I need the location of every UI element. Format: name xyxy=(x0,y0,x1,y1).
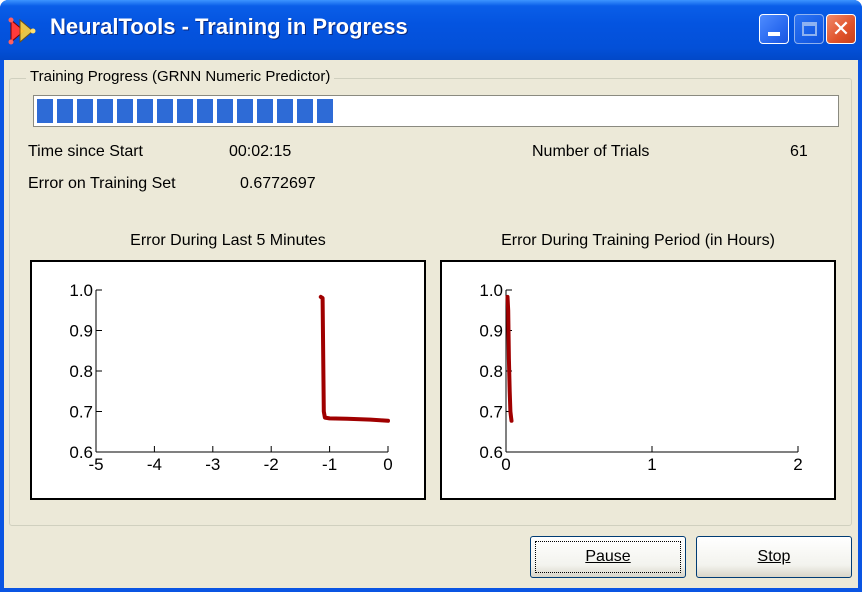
x-tick-label: -2 xyxy=(264,455,279,474)
close-icon: ✕ xyxy=(831,16,851,41)
maximize-icon xyxy=(802,22,817,36)
chart-last-5-minutes-svg: 0.60.70.80.91.0-5 -4 -3 -2 -1 0 xyxy=(69,281,392,474)
progress-segment xyxy=(37,99,53,123)
error-series-line xyxy=(505,294,514,423)
time-since-start-label: Time since Start xyxy=(28,143,143,160)
chart-training-period: 0.6 0.7 0.8 0.9 1.0 0 1 2 xyxy=(440,260,836,500)
x-tick-label: 0 xyxy=(501,455,510,474)
progress-segment xyxy=(97,99,113,123)
x-tick-label: -5 xyxy=(88,455,103,474)
maximize-button[interactable] xyxy=(794,14,824,44)
progress-segment xyxy=(57,99,73,123)
progress-segment xyxy=(117,99,133,123)
number-of-trials-label: Number of Trials xyxy=(532,143,650,160)
progress-segment xyxy=(317,99,333,123)
minimize-icon xyxy=(768,32,780,36)
x-tick-label: -3 xyxy=(205,455,220,474)
progress-segment xyxy=(177,99,193,123)
group-legend: Training Progress (GRNN Numeric Predicto… xyxy=(26,68,335,85)
minimize-button[interactable] xyxy=(759,14,789,44)
progress-segment xyxy=(137,99,153,123)
x-tick-label: 2 xyxy=(793,455,802,474)
neuraltools-app-icon xyxy=(8,17,36,45)
progress-bar xyxy=(33,95,839,127)
time-since-start-value: 00:02:15 xyxy=(229,143,292,160)
y-tick-label: 0.6 xyxy=(479,443,503,462)
progress-segment xyxy=(297,99,313,123)
progress-segment xyxy=(77,99,93,123)
chart-training-period-svg: 0.6 0.7 0.8 0.9 1.0 0 1 2 xyxy=(479,281,802,474)
chart-title-training-period: Error During Training Period (in Hours) xyxy=(501,232,775,249)
training-error-label: Error on Training Set xyxy=(28,175,176,192)
number-of-trials-value: 61 xyxy=(790,143,808,160)
y-tick-label: 1.0 xyxy=(69,281,93,300)
progress-segment xyxy=(157,99,173,123)
close-button[interactable]: ✕ xyxy=(826,14,856,44)
training-error-value: 0.6772697 xyxy=(240,175,316,192)
pause-button[interactable]: Pause xyxy=(530,536,686,578)
progress-segment xyxy=(277,99,293,123)
progress-segment xyxy=(217,99,233,123)
y-tick-label: 0.8 xyxy=(69,362,93,381)
stop-button-label: Stop xyxy=(757,548,791,565)
stop-button[interactable]: Stop xyxy=(696,536,852,578)
focus-rectangle xyxy=(535,541,681,573)
window-title: NeuralTools - Training in Progress xyxy=(50,14,408,39)
progress-segment xyxy=(197,99,213,123)
progress-segment xyxy=(237,99,253,123)
y-tick-label: 0.8 xyxy=(479,362,503,381)
x-tick-label: 1 xyxy=(647,455,656,474)
title-bar[interactable]: NeuralTools - Training in Progress ✕ xyxy=(0,0,862,60)
y-tick-label: 1.0 xyxy=(479,281,503,300)
error-series-line xyxy=(318,294,390,423)
x-tick-label: 0 xyxy=(383,455,392,474)
progress-segment xyxy=(257,99,273,123)
y-tick-label: 0.7 xyxy=(479,403,503,422)
y-tick-label: 0.9 xyxy=(69,322,93,341)
x-tick-label: -4 xyxy=(147,455,162,474)
chart-title-last-5-minutes: Error During Last 5 Minutes xyxy=(130,232,326,249)
training-window: NeuralTools - Training in Progress ✕ Tra… xyxy=(0,0,862,592)
dialog-body: Training Progress (GRNN Numeric Predicto… xyxy=(4,60,858,588)
x-tick-label: -1 xyxy=(322,455,337,474)
y-tick-label: 0.9 xyxy=(479,322,503,341)
y-tick-label: 0.7 xyxy=(69,403,93,422)
chart-last-5-minutes: 0.6 0.7 0.8 0.9 1.0 -5 -4 -3 -2 -1 0 xyxy=(30,260,426,500)
